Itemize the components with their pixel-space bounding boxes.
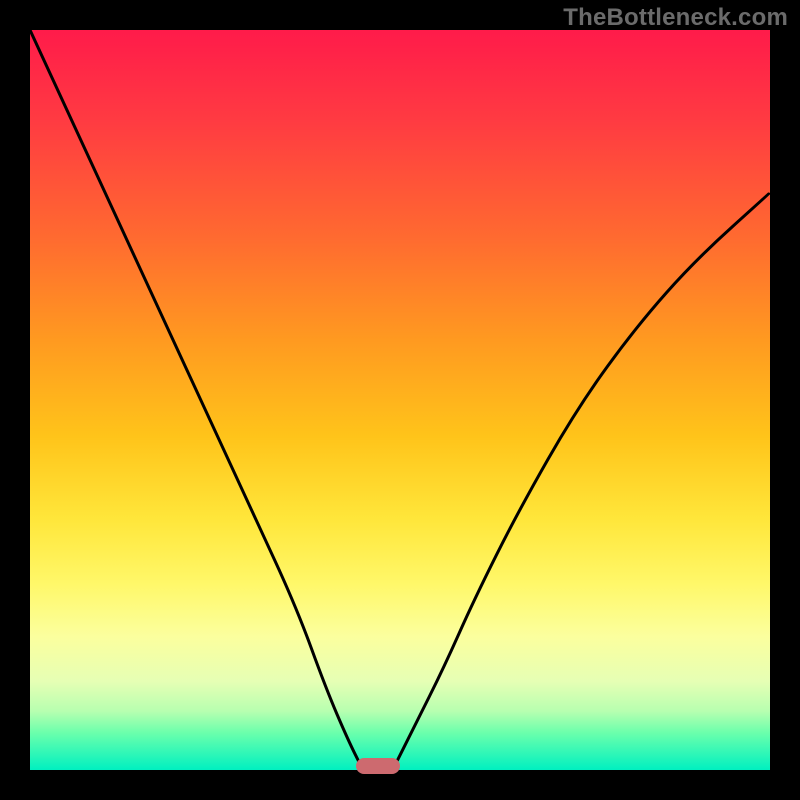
watermark-text: TheBottleneck.com	[563, 4, 788, 32]
optimal-marker	[356, 758, 400, 774]
bottleneck-curves	[30, 30, 770, 770]
right-curve	[393, 193, 770, 770]
chart-plot-area	[30, 30, 770, 770]
left-curve	[30, 30, 363, 770]
